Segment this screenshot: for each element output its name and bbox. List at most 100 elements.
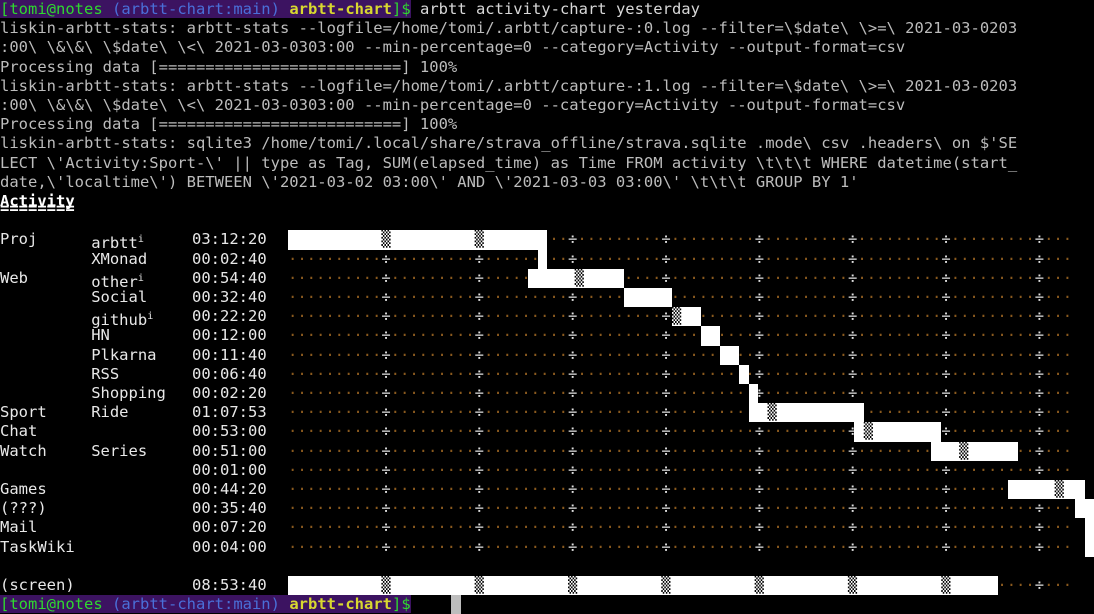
axis-major-tick: ÷ [661, 249, 671, 268]
axis-major-tick: ÷ [941, 384, 951, 402]
axis-major-tick: ÷ [474, 441, 485, 460]
axis-major-tick: ÷ [941, 288, 951, 306]
bottom-prompt-space-2 [280, 595, 289, 613]
axis-major-tick: ÷ [381, 364, 391, 383]
bar-segment [720, 345, 740, 365]
row-tag-text: XMonad [91, 249, 148, 268]
axis-major-tick: ÷ [661, 441, 671, 460]
axis-major-tick: ÷ [754, 364, 765, 383]
row-tag-text: HN [91, 326, 110, 345]
axis-major-tick: ÷ [754, 499, 765, 518]
prompt-git-branch: (arbtt-chart:main) [112, 0, 280, 18]
axis-major-tick: ÷ [568, 403, 578, 422]
axis-major-tick: ÷ [661, 384, 671, 402]
row-tag: RSS [91, 365, 119, 384]
axis-major-tick: ÷ [1034, 384, 1045, 402]
axis-major-tick: ÷ [848, 537, 858, 556]
bar-segment: ▒ [528, 268, 624, 288]
axis-major-tick: ÷ [1034, 288, 1045, 306]
axis-major-tick: ÷ [568, 384, 578, 402]
axis-major-tick: ÷ [754, 480, 765, 498]
axis-major-tick: ÷ [754, 307, 765, 326]
axis-major-tick: ÷ [568, 460, 578, 479]
output-line: Processing data [=======================… [0, 57, 458, 76]
axis-track: ··········÷·········÷·········÷·········… [288, 268, 1073, 287]
axis-track: ··········÷·········÷·········÷·········… [288, 403, 1073, 422]
axis-major-tick: ÷ [848, 326, 858, 345]
bottom-prompt-directory: arbtt-chart [289, 595, 392, 614]
total-row-category: (screen) [0, 576, 75, 594]
bottom-prompt-space-1 [103, 595, 112, 613]
row-tag: Shopping [91, 384, 166, 403]
row-category: Watch [0, 441, 47, 460]
row-plot: ··········÷·········÷·········÷·········… [288, 268, 1094, 288]
axis-track: ··········÷·········÷·········÷·········… [288, 537, 1073, 556]
row-tag-superscript: i [147, 311, 154, 323]
row-tag-text: RSS [91, 364, 120, 383]
axis-major-tick: ÷ [754, 518, 765, 537]
row-duration: 00:11:40 [192, 345, 267, 364]
row-tag-text: Ride [91, 403, 129, 422]
bar-segment [537, 249, 548, 269]
prompt-space-1 [103, 0, 112, 18]
row-duration: 00:01:00 [192, 460, 267, 479]
axis-major-tick: ÷ [941, 268, 951, 287]
row-duration: 00:07:20 [192, 518, 267, 537]
axis-major-tick: ÷ [474, 345, 485, 364]
axis-major-tick: ÷ [661, 518, 671, 537]
axis-major-tick: ÷ [568, 364, 578, 383]
axis-track: ··········÷·········÷·········÷·········… [288, 364, 1073, 383]
command-input[interactable]: arbtt activity-chart yesterday [411, 0, 700, 18]
row-category: Web [0, 268, 28, 287]
bar-segment [1084, 518, 1094, 538]
axis-major-tick: ÷ [1034, 460, 1045, 479]
axis-track: ··········÷·········÷·········÷·········… [288, 460, 1073, 479]
bottom-command-input[interactable] [411, 595, 420, 613]
axis-major-tick: ÷ [941, 537, 951, 556]
row-plot: ··········÷·········÷·········÷·········… [288, 326, 1094, 346]
top-prompt-line: [tomi@notes (arbtt-chart:main) arbtt-cha… [0, 0, 700, 19]
axis-major-tick: ÷ [568, 288, 578, 306]
axis-track: ··········÷·········÷·········÷·········… [288, 422, 1073, 441]
axis-major-tick: ÷ [568, 230, 578, 249]
axis-major-tick: ÷ [661, 499, 671, 518]
axis-major-tick: ÷ [848, 307, 858, 326]
prompt-directory: arbtt-chart [289, 0, 392, 18]
output-line: liskin-arbtt-stats: sqlite3 /home/tomi/.… [0, 134, 1018, 153]
row-duration: 03:12:20 [192, 230, 267, 249]
axis-major-tick: ÷ [474, 537, 485, 556]
axis-major-tick: ÷ [661, 268, 671, 287]
row-duration: 00:04:00 [192, 537, 267, 556]
bar-segment [624, 288, 672, 308]
table-header-rule: ======== [0, 199, 75, 217]
bar-segment: ▒ [672, 307, 701, 327]
row-duration: 00:44:20 [192, 480, 267, 498]
axis-major-tick: ÷ [661, 230, 671, 249]
axis-major-tick: ÷ [941, 518, 951, 537]
axis-major-tick: ÷ [754, 268, 765, 287]
prompt-user-host: [tomi@notes [0, 0, 103, 18]
bar-segment: ▒ ▒ [288, 230, 548, 250]
output-line: :00\ \&\&\ \$date\ \<\ 2021-03-0303:00 -… [0, 96, 906, 114]
axis-major-tick: ÷ [381, 403, 391, 422]
row-category: Games [0, 480, 47, 498]
axis-major-tick: ÷ [474, 384, 485, 402]
axis-major-tick: ÷ [381, 326, 391, 345]
bar-segment: ▒ [748, 403, 864, 423]
row-category: Proj [0, 230, 38, 249]
row-tag: githubi [91, 307, 154, 329]
axis-track: ··········÷·········÷·········÷·········… [288, 480, 1072, 499]
axis-major-tick: ÷ [1034, 345, 1045, 364]
output-line: LECT \'Activity:Sport-\' || type as Tag,… [0, 153, 1018, 172]
text-cursor[interactable] [451, 595, 461, 614]
axis-major-tick: ÷ [941, 326, 951, 345]
row-tag-text: Plkarna [91, 345, 157, 364]
row-category: Chat [0, 422, 38, 441]
row-duration: 00:02:20 [192, 384, 267, 402]
axis-major-tick: ÷ [941, 345, 951, 364]
row-plot: ··········÷·········÷·········÷·········… [288, 230, 1094, 250]
axis-major-tick: ÷ [848, 345, 858, 364]
axis-major-tick: ÷ [754, 345, 765, 364]
axis-major-tick: ÷ [1034, 441, 1045, 460]
axis-major-tick: ÷ [381, 422, 391, 441]
